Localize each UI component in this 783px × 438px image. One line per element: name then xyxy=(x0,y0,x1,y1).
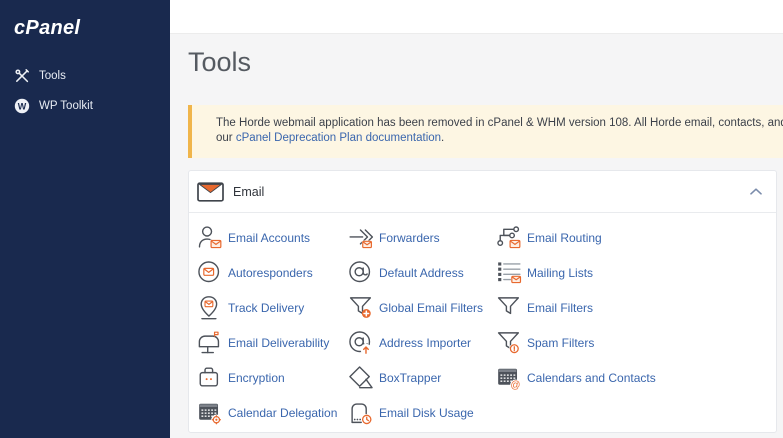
chevron-up-icon[interactable] xyxy=(750,188,762,195)
sidebar: cPanel Tools W WP Toolkit xyxy=(0,0,170,438)
tool-link-global-email-filters[interactable]: Global Email Filters xyxy=(348,290,496,325)
boxtrapper-icon xyxy=(348,365,374,390)
sidebar-item-tools[interactable]: Tools xyxy=(0,61,170,91)
banner-text-prefix: our xyxy=(216,132,236,144)
tool-label: Spam Filters xyxy=(527,336,594,350)
tools-icon xyxy=(14,68,30,84)
tool-label: Autoresponders xyxy=(228,266,313,280)
email-section-card: Email Email Accounts Forwarders Email Rout… xyxy=(188,170,777,433)
tool-link-encryption[interactable]: Encryption xyxy=(197,360,348,395)
email-filters-icon xyxy=(496,295,522,320)
tool-link-email-filters[interactable]: Email Filters xyxy=(496,290,776,325)
tool-label: Default Address xyxy=(379,266,464,280)
cpanel-logo[interactable]: cPanel xyxy=(14,17,170,40)
calendars-contacts-icon: @ xyxy=(496,365,522,390)
tool-link-email-accounts[interactable]: Email Accounts xyxy=(197,220,348,255)
tool-label: Calendar Delegation xyxy=(228,406,337,420)
tool-link-spam-filters[interactable]: Spam Filters xyxy=(496,325,776,360)
banner-text-line2: our cPanel Deprecation Plan documentatio… xyxy=(216,131,783,146)
tool-link-calendars-and-contacts[interactable]: @ Calendars and Contacts xyxy=(496,360,776,395)
tool-label: BoxTrapper xyxy=(379,371,441,385)
tool-label: Email Filters xyxy=(527,301,593,315)
tool-label: Global Email Filters xyxy=(379,301,483,315)
tool-label: Email Accounts xyxy=(228,231,310,245)
email-routing-icon xyxy=(496,225,522,250)
tool-label: Forwarders xyxy=(379,231,440,245)
default-address-icon xyxy=(348,260,374,285)
wordpress-icon: W xyxy=(14,98,30,114)
sidebar-item-wp-toolkit[interactable]: W WP Toolkit xyxy=(0,91,170,121)
track-delivery-icon xyxy=(197,295,223,320)
email-section-header[interactable]: Email xyxy=(189,171,776,213)
deprecation-plan-link[interactable]: cPanel Deprecation Plan documentation xyxy=(236,132,441,144)
address-importer-icon xyxy=(348,330,374,355)
sidebar-item-label: WP Toolkit xyxy=(39,100,93,112)
forwarders-icon xyxy=(348,225,374,250)
envelope-icon xyxy=(197,182,224,202)
banner-text-line1: The Horde webmail application has been r… xyxy=(216,116,783,131)
tool-link-default-address[interactable]: Default Address xyxy=(348,255,496,290)
email-disk-usage-icon xyxy=(348,400,374,425)
tool-link-boxtrapper[interactable]: BoxTrapper xyxy=(348,360,496,395)
global-email-filters-icon xyxy=(348,295,374,320)
tool-link-address-importer[interactable]: Address Importer xyxy=(348,325,496,360)
sidebar-item-label: Tools xyxy=(39,70,66,82)
autoresponders-icon xyxy=(197,260,223,285)
tool-label: Address Importer xyxy=(379,336,471,350)
email-section-title: Email xyxy=(233,185,264,199)
tool-label: Encryption xyxy=(228,371,285,385)
tool-label: Email Disk Usage xyxy=(379,406,474,420)
encryption-icon xyxy=(197,365,223,390)
tool-link-mailing-lists[interactable]: Mailing Lists xyxy=(496,255,776,290)
sidebar-nav: Tools W WP Toolkit xyxy=(0,61,170,121)
email-accounts-icon xyxy=(197,225,223,250)
tool-link-email-disk-usage[interactable]: Email Disk Usage xyxy=(348,395,496,430)
tool-label: Email Routing xyxy=(527,231,602,245)
top-bar xyxy=(170,0,783,34)
main-content: Tools The Horde webmail application has … xyxy=(170,34,783,438)
tool-link-email-routing[interactable]: Email Routing xyxy=(496,220,776,255)
tool-label: Email Deliverability xyxy=(228,336,329,350)
svg-text:W: W xyxy=(18,101,27,111)
deprecation-notice-banner: The Horde webmail application has been r… xyxy=(188,105,783,158)
email-deliverability-icon xyxy=(197,330,223,355)
tool-label: Track Delivery xyxy=(228,301,304,315)
tool-link-email-deliverability[interactable]: Email Deliverability xyxy=(197,325,348,360)
page-title: Tools xyxy=(188,47,251,78)
tool-label: Calendars and Contacts xyxy=(527,371,656,385)
spam-filters-icon xyxy=(496,330,522,355)
tool-link-track-delivery[interactable]: Track Delivery xyxy=(197,290,348,325)
svg-text:@: @ xyxy=(510,380,520,390)
tool-link-calendar-delegation[interactable]: Calendar Delegation xyxy=(197,395,348,430)
mailing-lists-icon xyxy=(496,260,522,285)
tool-label: Mailing Lists xyxy=(527,266,593,280)
tool-link-autoresponders[interactable]: Autoresponders xyxy=(197,255,348,290)
tool-link-forwarders[interactable]: Forwarders xyxy=(348,220,496,255)
calendar-delegation-icon xyxy=(197,400,223,425)
email-tools-grid: Email Accounts Forwarders Email Routing Aut… xyxy=(189,213,776,430)
banner-text-suffix: . xyxy=(441,132,444,144)
